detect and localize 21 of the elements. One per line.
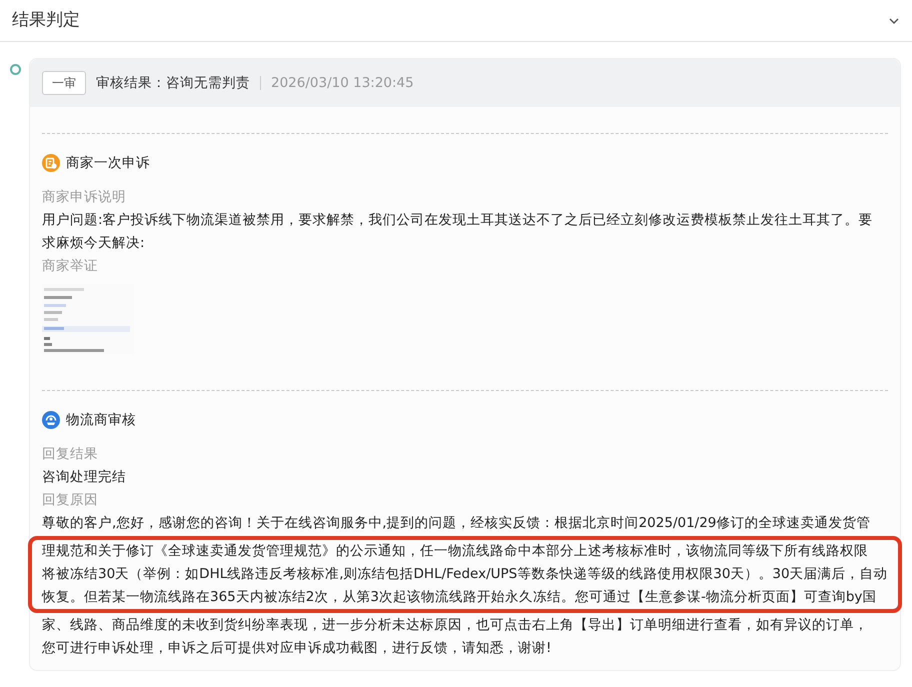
text-line: 您可进行申诉处理，申诉之后可提供对应申诉成功截图，进行反馈，请知悉，谢谢!	[42, 639, 552, 658]
document-icon	[42, 154, 60, 172]
text-line: 用户问题:客户投诉线下物流渠道被禁用，要求解禁，我们公司在发现土耳其送达不了之后已经立刻修改运费模板禁止发往土耳其了。要	[42, 211, 874, 230]
review-result: 审核结果：咨询无需判责	[96, 74, 250, 93]
field-label: 商家申诉说明	[42, 188, 127, 207]
timeline-dot	[10, 64, 21, 75]
field-label: 回复原因	[42, 491, 99, 510]
text-line: 将被冻结30天（举例：如DHL线路违反考核标准,则冻结包括DHL/Fedex/UPS等数条快递等级的线路使用权限30天）。30天届满后，自动	[42, 565, 888, 584]
review-time: 2026/03/10 13:20:45	[271, 74, 414, 93]
text-line: 理规范和关于修订《全球速卖通发货管理规范》的公示通知，任一物流线路命中本部分上述考核标准时，该物流同等级下所有线路权限	[42, 542, 869, 561]
field-label: 商家举证	[42, 257, 99, 276]
text-line: 咨询处理完结	[42, 468, 127, 487]
block-title: 商家一次申诉	[66, 154, 150, 173]
block-title: 物流商审核	[66, 410, 136, 430]
text-line: 求麻烦今天解决:	[42, 234, 146, 253]
text-line: 家、线路、商品维度的未收到货纠纷率表现，进一步分析未达标原因，也可点击右上角【导出】订单明细进行查看，如有异议的订单，	[42, 616, 869, 635]
text-line: 尊敬的客户,您好，感谢您的咨询！关于在线咨询服务中,提到的问题，经核实反馈：根据北京时间2025/01/29修订的全球速卖通发货管	[42, 514, 872, 533]
text-line: 恢复。但若某一物流线路在365天内被冻结2次，从第3次起该物流线路开始永久冻结。您可通过【生意参谋-物流分析页面】可查询by国	[42, 588, 878, 607]
field-label: 回复结果	[42, 445, 99, 464]
stage-tag: 一审	[42, 71, 86, 95]
section-title: 结果判定	[12, 8, 80, 32]
